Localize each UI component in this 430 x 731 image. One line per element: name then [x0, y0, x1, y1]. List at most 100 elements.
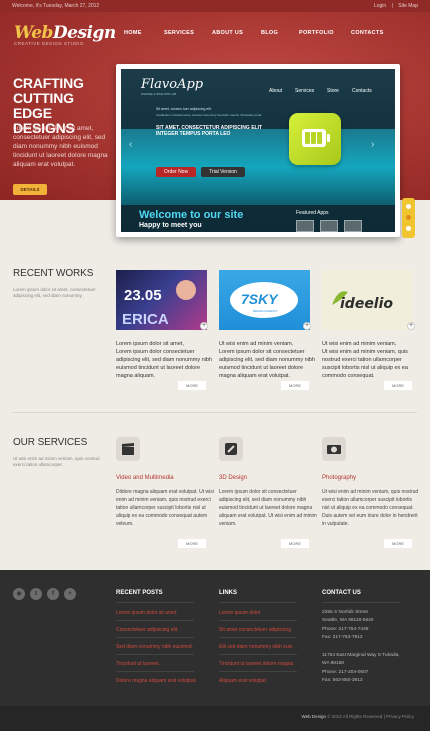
footer-brand[interactable]: Web Design — [302, 714, 326, 719]
work-title: Lorem ipsum dolor sit amet, — [116, 341, 184, 347]
slide-nav-services: Services — [295, 88, 315, 94]
details-button[interactable]: DETAILS — [13, 184, 47, 195]
recent-post-link[interactable]: Lorem ipsum dolor sit amet. — [116, 610, 178, 616]
work-more-button[interactable]: MORE — [178, 381, 206, 390]
slide-nav-about: About — [269, 88, 283, 94]
camera-icon — [322, 437, 346, 461]
slide-welcome: Welcome to our site — [139, 209, 244, 221]
work-image-art: ideelio — [332, 291, 393, 312]
recent-post-link[interactable]: Sed diam nonummy nibh euismod. — [116, 644, 193, 650]
slider-pagination — [402, 198, 415, 238]
our-services-title: OUR SERVICES — [13, 437, 88, 448]
footer-link[interactable]: Elit sed diam nonummy nibh euis — [219, 644, 292, 650]
contact-us-title: CONTACT US — [322, 590, 361, 596]
service-more-button[interactable]: MORE — [281, 539, 309, 548]
contact-fax: Fax: 217-763-7912 — [322, 635, 363, 640]
nav-services[interactable]: SERVICES — [164, 30, 194, 36]
svg-text:ERICA: ERICA — [122, 311, 169, 328]
recent-post-link[interactable]: Tincidunt ut laoreet. — [116, 661, 160, 667]
service-title-photography[interactable]: Photography — [322, 475, 356, 481]
footer-link[interactable]: Sit amet consectetuer adipiscing — [219, 627, 291, 633]
twitter-icon[interactable]: t — [30, 588, 42, 600]
work-more-button[interactable]: MORE — [384, 381, 412, 390]
top-bar: Welcome, It's Tuesday, March 27, 2012 Lo… — [0, 0, 430, 12]
slide-nav-contacts: Contacts — [352, 88, 372, 94]
rss-icon[interactable]: ◉ — [13, 588, 25, 600]
copyright-bar: Web Design © 2012 All Rights Reserved | … — [0, 706, 430, 731]
contact-address: 2256 S Norfolk Street — [322, 610, 368, 615]
contact-address: 11754 East Marginal Way S Tukwila, — [322, 653, 400, 658]
featured-app-thumb — [320, 220, 338, 232]
service-text: Ut wisi enim ad minim veniam, quis nostr… — [322, 489, 419, 527]
slider-dot-active[interactable] — [406, 215, 411, 220]
slider-next-arrow-icon[interactable]: › — [371, 139, 374, 150]
slider-prev-arrow-icon[interactable]: ‹ — [129, 139, 132, 150]
site-logo[interactable]: WebDesign — [14, 23, 116, 43]
section-divider — [13, 412, 417, 413]
recent-works-title: RECENT WORKS — [13, 268, 94, 279]
work-image-art: 23.05 ERICA — [122, 280, 196, 328]
slider-dot[interactable] — [406, 226, 411, 231]
work-thumbnail-erica[interactable]: 23.05 ERICA — [116, 270, 207, 330]
nav-contacts[interactable]: CONTACTS — [351, 30, 384, 36]
slide-nav-store: Store — [327, 88, 339, 94]
work-img-text: 23.05 — [124, 287, 162, 304]
work-more-button[interactable]: MORE — [281, 381, 309, 390]
service-more-button[interactable]: MORE — [178, 539, 206, 548]
service-title-3d[interactable]: 3D Design — [219, 475, 247, 481]
slide-app-logo: FlavoApp — [141, 77, 204, 92]
main-nav: HOME SERVICES ABOUT US BLOG PORTFOLIO CO… — [120, 30, 420, 44]
contact-phone: Phone: 217-204-0607 — [322, 670, 369, 675]
links-title: LINKS — [219, 590, 237, 596]
footer-link[interactable]: Lorem ipsum dolor — [219, 610, 260, 616]
trial-version-button[interactable]: Trial Version — [201, 167, 245, 177]
copyright-text: © 2012 All Rights Reserved | Privacy Pol… — [327, 714, 414, 719]
contact-city: WA 98168 — [322, 661, 344, 666]
facebook-icon[interactable]: f — [47, 588, 59, 600]
work-text: Ut wisi enim ad minim veniam, quis nostr… — [322, 349, 408, 379]
nav-blog[interactable]: BLOG — [261, 30, 278, 36]
zoom-plus-icon[interactable]: + — [407, 322, 415, 330]
work-text: Lorem ipsum dolor consectetuer adipiscin… — [116, 349, 212, 379]
welcome-date: Welcome, It's Tuesday, March 27, 2012 — [12, 3, 100, 9]
plus-icon[interactable]: + — [64, 588, 76, 600]
slide-headline: SIT AMET, CONSECTETUR ADIPISCING ELIT IN… — [156, 125, 263, 137]
recent-works-desc: Lorem ipsum dolor sit amet, consectetuer… — [13, 287, 96, 298]
hero-text: Lorem ipsum dolor sit amet, consectetuer… — [13, 125, 108, 168]
featured-app-thumb — [296, 220, 314, 232]
zoom-plus-icon[interactable]: + — [200, 322, 208, 330]
battery-icon — [289, 113, 341, 165]
featured-app-thumb — [344, 220, 362, 232]
svg-text:ideelio: ideelio — [340, 296, 393, 312]
service-title-video[interactable]: Video and Multimedia — [116, 475, 174, 481]
work-thumbnail-7sky[interactable]: 7SKY DESIGN AGENCY — [219, 270, 310, 330]
recent-post-link[interactable]: Consectetuer adipiscing elit. — [116, 627, 179, 633]
featured-apps-label: Featured Apps — [296, 210, 329, 216]
zoom-plus-icon[interactable]: + — [303, 322, 311, 330]
logo-tagline: CREATIVE DESIGN STUDIO — [14, 41, 84, 46]
slide-happy: Happy to meet you — [139, 222, 202, 229]
svg-text:DESIGN AGENCY: DESIGN AGENCY — [253, 309, 278, 313]
work-image-art: 7SKY DESIGN AGENCY — [230, 282, 298, 318]
svg-text:7SKY: 7SKY — [241, 291, 279, 307]
footer-link[interactable]: Aliquam erat volutpat — [219, 678, 266, 684]
service-more-button[interactable]: MORE — [384, 539, 412, 548]
nav-about-us[interactable]: ABOUT US — [212, 30, 243, 36]
work-title: Ut wisi enim ad minim veniam, — [219, 341, 294, 347]
nav-portfolio[interactable]: PORTFOLIO — [299, 30, 334, 36]
recent-posts-title: RECENT POSTS — [116, 590, 163, 596]
service-text: Lorem ipsum dolor sit consectetuer adipi… — [219, 489, 317, 527]
nav-home[interactable]: HOME — [124, 30, 142, 36]
clapperboard-icon — [116, 437, 140, 461]
work-text: Lorem ipsum dolor sit consectetuer adipi… — [219, 349, 315, 379]
work-thumbnail-ideelio[interactable]: ideelio — [322, 270, 413, 330]
sitemap-link[interactable]: Site Map — [398, 3, 418, 9]
order-now-button[interactable]: Order Now — [156, 167, 196, 177]
contact-fax: Fax: 563-850-3913 — [322, 678, 363, 683]
footer-link[interactable]: Tincidunt ut laoreet dolore magna — [219, 661, 293, 667]
service-text: Dildore magna aliquam erat volutpat. Ut … — [116, 489, 214, 527]
login-link[interactable]: Login — [374, 3, 386, 9]
recent-post-link[interactable]: Dolore magna aliquam erat volutpat. — [116, 678, 197, 684]
pencil-icon — [219, 437, 243, 461]
slider-dot[interactable] — [406, 204, 411, 209]
